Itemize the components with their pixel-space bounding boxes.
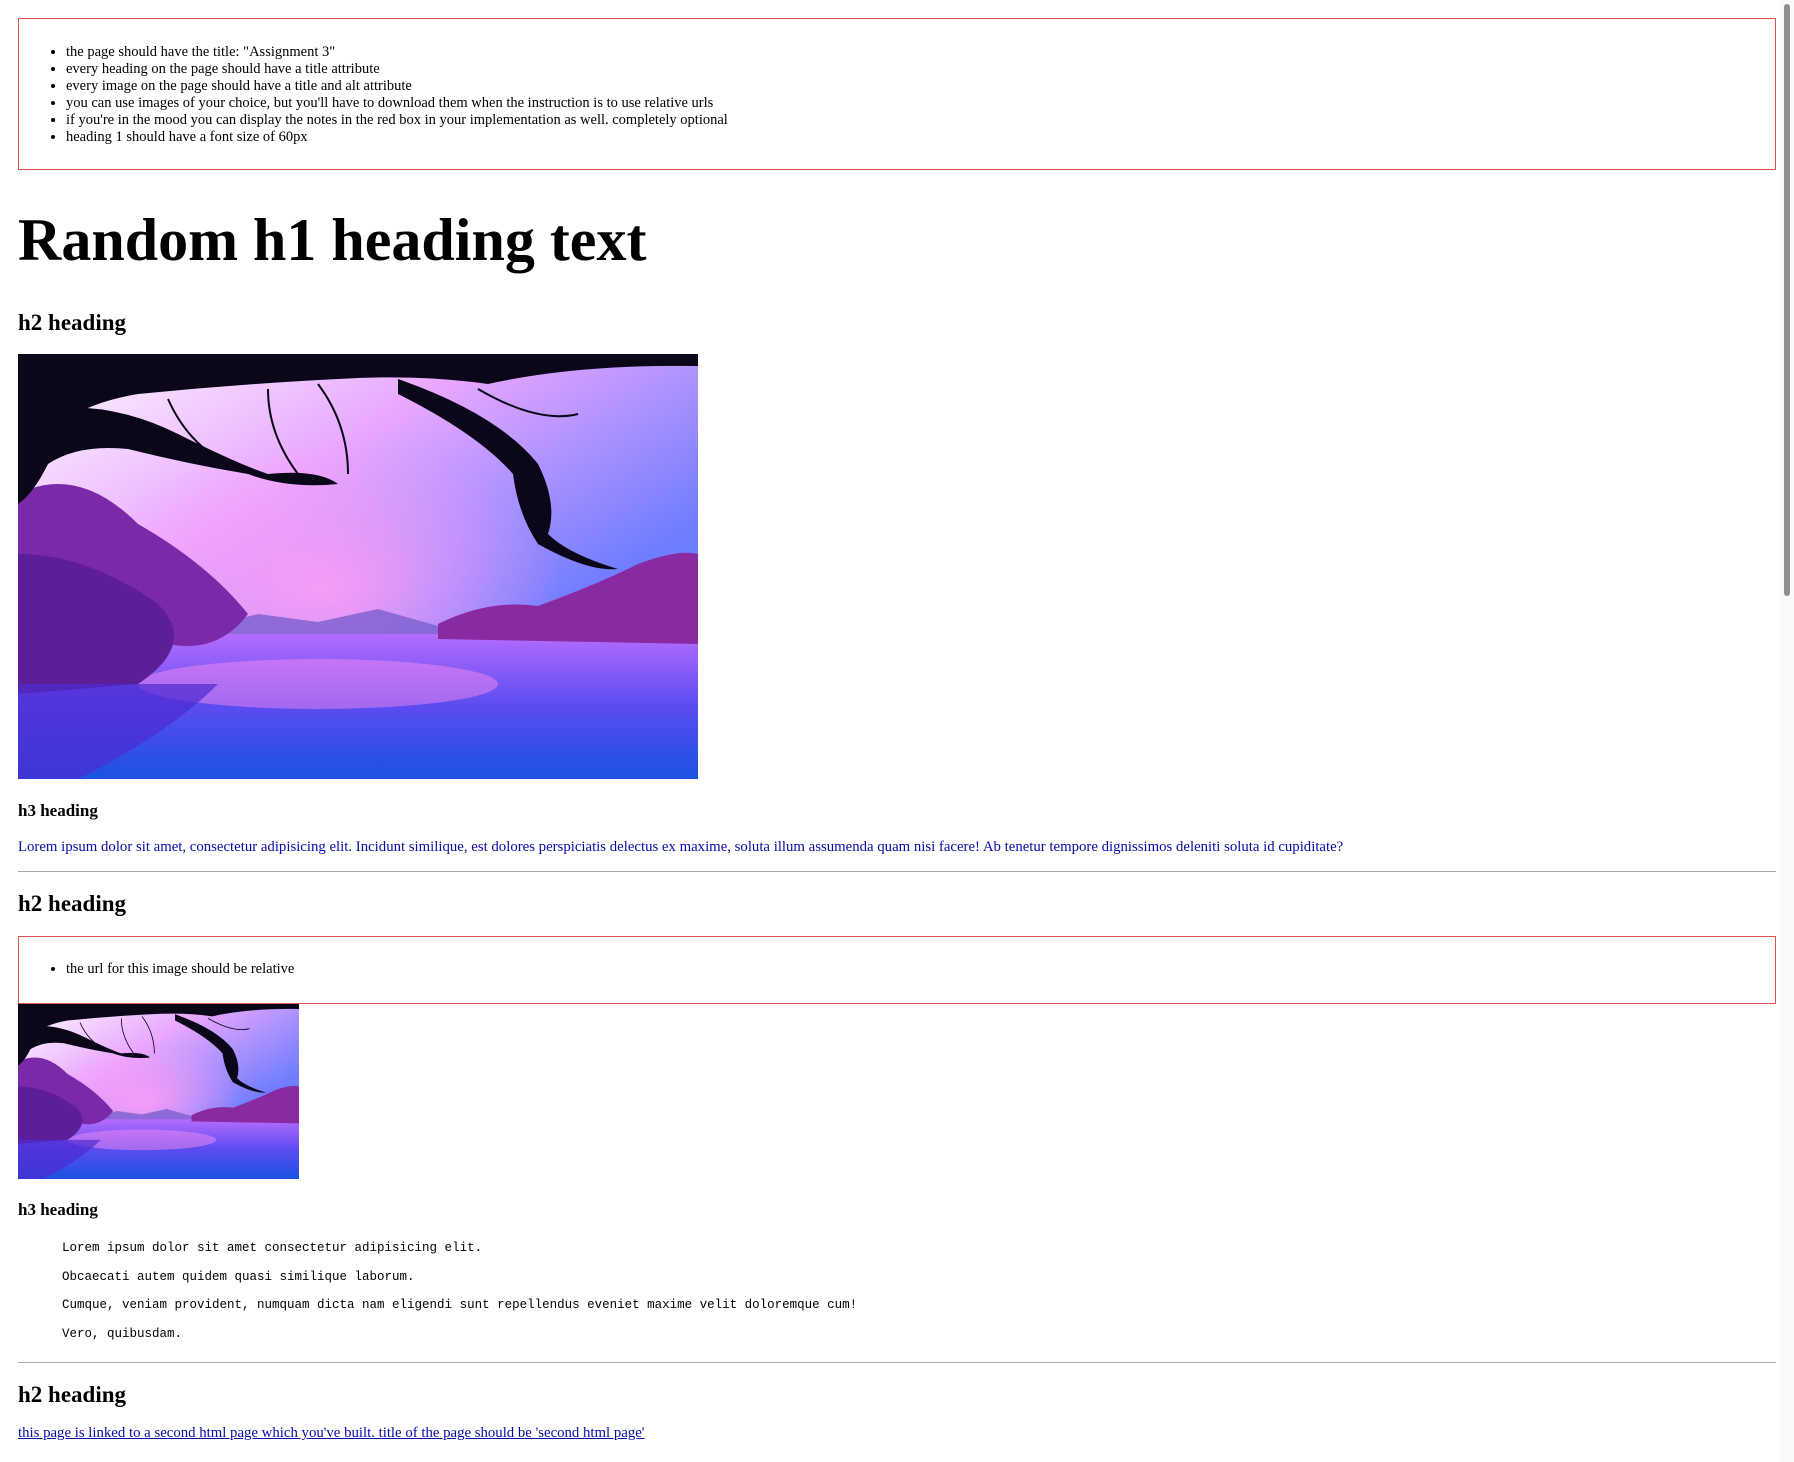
note-item: if you're in the mood you can display th… <box>66 112 1775 129</box>
second-page-link[interactable]: this page is linked to a second html pag… <box>18 1425 644 1442</box>
page-heading-h1: Random h1 heading text <box>18 207 647 273</box>
notes-list: the url for this image should be relativ… <box>19 937 1775 978</box>
section-2-h3: h3 heading <box>18 1200 98 1219</box>
pre-line: Lorem ipsum dolor sit amet consectetur a… <box>62 1241 483 1255</box>
landscape-image-large <box>18 354 698 779</box>
section-1-h3: h3 heading <box>18 801 98 820</box>
note-item: the url for this image should be relativ… <box>66 961 1775 978</box>
preformatted-text: Lorem ipsum dolor sit amet consectetur a… <box>62 1234 857 1348</box>
landscape-image-small <box>18 1004 299 1179</box>
pre-line: Cumque, veniam provident, numquam dicta … <box>62 1298 858 1312</box>
divider <box>18 1362 1776 1363</box>
notes-box: the url for this image should be relativ… <box>18 936 1776 1004</box>
vertical-scrollbar[interactable] <box>1780 0 1794 1462</box>
note-item: the page should have the title: "Assignm… <box>66 44 1775 61</box>
notes-box: the page should have the title: "Assignm… <box>18 18 1776 170</box>
notes-list: the page should have the title: "Assignm… <box>19 19 1775 146</box>
divider <box>18 871 1776 872</box>
note-item: every image on the page should have a ti… <box>66 78 1775 95</box>
section-3-h2: h2 heading <box>18 1382 127 1407</box>
pre-line: Vero, quibusdam. <box>62 1326 183 1341</box>
note-item: you can use images of your choice, but y… <box>66 95 1775 112</box>
section-1-h2: h2 heading <box>18 310 127 335</box>
note-item: heading 1 should have a font size of 60p… <box>66 129 1775 146</box>
pre-line: Obcaecati autem quidem quasi similique l… <box>62 1269 415 1284</box>
note-item: every heading on the page should have a … <box>66 61 1775 78</box>
section-2-h2: h2 heading <box>18 891 127 916</box>
lorem-paragraph: Lorem ipsum dolor sit amet, consectetur … <box>18 839 1344 855</box>
scrollbar-thumb[interactable] <box>1784 4 1790 596</box>
